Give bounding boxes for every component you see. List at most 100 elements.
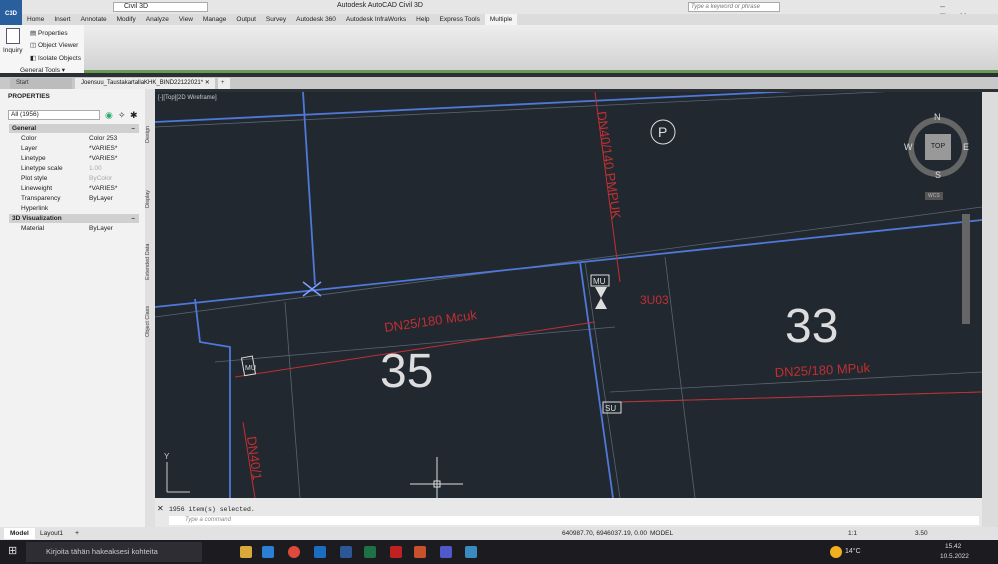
add-layout-button[interactable]: + xyxy=(75,528,79,539)
lot-number-35: 35 xyxy=(380,345,433,398)
property-label: Hyperlink xyxy=(21,205,49,212)
clock-time[interactable]: 15.42 xyxy=(945,543,961,550)
weather-temp[interactable]: 14°C xyxy=(845,548,861,555)
property-label: Lineweight xyxy=(21,185,53,192)
drawing: P 35 33 DN25/180 Mcuk DN25/180 MPuk DN40… xyxy=(155,92,982,498)
pipe-label: 3U03 xyxy=(640,293,669,307)
property-row-transparency[interactable]: Transparency ByLayer xyxy=(9,194,139,204)
compass-west[interactable]: W xyxy=(904,142,913,152)
acrobat-icon[interactable] xyxy=(390,546,402,558)
ucs-y-label: Y xyxy=(164,452,170,461)
inquiry-button[interactable]: Inquiry xyxy=(3,47,23,54)
section-3d-visualization[interactable]: 3D Visualization – xyxy=(9,214,139,223)
isolate-objects-button[interactable]: ◧ Isolate Objects xyxy=(30,54,81,62)
command-input[interactable]: Type a command xyxy=(169,516,979,525)
tab-help[interactable]: Help xyxy=(411,14,434,25)
taskbar-search[interactable]: Kirjoita tähän hakeaksesi kohteita xyxy=(26,542,202,562)
pipe-label: DN40/140 PMPUK xyxy=(594,110,624,220)
inquiry-icon xyxy=(6,28,20,44)
property-value: *VARIES* xyxy=(89,145,118,152)
tab-infraworks[interactable]: Autodesk InfraWorks xyxy=(341,14,411,25)
tab-home[interactable]: Home xyxy=(22,14,49,25)
autocad-icon[interactable] xyxy=(465,546,477,558)
tab-layout1[interactable]: Layout1 xyxy=(40,528,63,539)
application-menu-button[interactable]: C3D xyxy=(0,0,22,26)
selection-dropdown[interactable]: All (1956) xyxy=(8,110,100,120)
help-search-input[interactable]: Type a keyword or phrase xyxy=(688,2,780,12)
tab-view[interactable]: View xyxy=(174,14,198,25)
model-space-button[interactable]: MODEL xyxy=(650,530,673,537)
weather-icon xyxy=(830,546,842,558)
workspace-dropdown[interactable]: Civil 3D xyxy=(113,2,208,12)
ribbon xyxy=(0,25,998,73)
tab-analyze[interactable]: Analyze xyxy=(141,14,174,25)
tab-object-class[interactable]: Object Class xyxy=(145,294,155,349)
viewcube-top[interactable]: TOP xyxy=(925,134,951,160)
right-toolbar[interactable] xyxy=(982,92,998,527)
lineweight-value: 3.50 xyxy=(915,530,928,537)
property-row-layer[interactable]: Layer *VARIES* xyxy=(9,144,139,154)
clock-date[interactable]: 10.5.2022 xyxy=(940,553,969,560)
property-value: 1.00 xyxy=(89,165,102,172)
chrome-icon[interactable] xyxy=(288,546,300,558)
tab-multiple[interactable]: Multiple xyxy=(484,14,518,25)
new-tab-button[interactable]: + xyxy=(218,78,230,89)
toggle-pickadd-icon[interactable]: ◉ xyxy=(105,110,113,121)
select-objects-icon[interactable]: ✧ xyxy=(118,110,126,121)
tab-start[interactable]: Start xyxy=(10,78,72,89)
tab-manage[interactable]: Manage xyxy=(198,14,232,25)
app-logo: C3D xyxy=(4,11,17,17)
tab-output[interactable]: Output xyxy=(231,14,261,25)
excel-icon[interactable] xyxy=(364,546,376,558)
tab-extended-data[interactable]: Extended Data xyxy=(145,234,155,289)
property-row-color[interactable]: Color Color 253 xyxy=(9,134,139,144)
navigation-bar[interactable] xyxy=(962,214,970,324)
property-row-plot-style[interactable]: Plot style ByColor xyxy=(9,174,139,184)
tab-annotate[interactable]: Annotate xyxy=(76,14,112,25)
tab-insert[interactable]: Insert xyxy=(49,14,75,25)
edge-icon[interactable] xyxy=(262,546,274,558)
tab-modify[interactable]: Modify xyxy=(112,14,141,25)
tab-survey[interactable]: Survey xyxy=(261,14,291,25)
powerpoint-icon[interactable] xyxy=(414,546,426,558)
windows-start-icon[interactable]: ⊞ xyxy=(8,546,17,557)
window-title: Autodesk AutoCAD Civil 3D xyxy=(337,2,423,9)
property-value: Color 253 xyxy=(89,135,118,142)
property-row[interactable]: Material ByLayer xyxy=(9,224,139,234)
object-viewer-button[interactable]: ◫ Object Viewer xyxy=(30,41,78,49)
quick-select-icon[interactable]: ✱ xyxy=(130,110,138,121)
compass-south[interactable]: S xyxy=(935,170,941,180)
outlook-icon[interactable] xyxy=(314,546,326,558)
property-row-hyperlink[interactable]: Hyperlink xyxy=(9,204,139,214)
file-explorer-icon[interactable] xyxy=(240,546,252,558)
property-row-linetype-scale[interactable]: Linetype scale 1.00 xyxy=(9,164,139,174)
tab-display[interactable]: Display xyxy=(145,169,155,229)
tab-model[interactable]: Model xyxy=(4,528,35,539)
properties-button[interactable]: ▤ Properties xyxy=(30,29,68,37)
section-general[interactable]: General – xyxy=(9,124,139,133)
manhole-label: SU xyxy=(605,404,616,413)
tab-design[interactable]: Design xyxy=(145,119,155,149)
property-label: Plot style xyxy=(21,175,48,182)
property-label: Transparency xyxy=(21,195,61,202)
tab-express-tools[interactable]: Express Tools xyxy=(435,14,485,25)
manhole-label: MU xyxy=(245,365,256,372)
annotation-scale[interactable]: 1:1 xyxy=(848,530,857,537)
property-row-lineweight[interactable]: Lineweight *VARIES* xyxy=(9,184,139,194)
property-label: Linetype scale xyxy=(21,165,63,172)
tab-active-drawing[interactable]: Joensuu_TaustakartallaKHK_BIND22122021* … xyxy=(75,78,215,89)
word-icon[interactable] xyxy=(340,546,352,558)
coordinate-readout: 640987.70, 6946037.19, 0.00 xyxy=(562,530,647,537)
tab-autodesk-360[interactable]: Autodesk 360 xyxy=(291,14,341,25)
property-row-linetype[interactable]: Linetype *VARIES* xyxy=(9,154,139,164)
panel-title[interactable]: General Tools ▾ xyxy=(20,66,65,74)
wcs-menu[interactable]: WCS xyxy=(925,192,943,200)
file-tabs: Start Joensuu_TaustakartallaKHK_BIND2212… xyxy=(0,77,998,89)
compass-east[interactable]: E xyxy=(963,142,969,152)
property-value: *VARIES* xyxy=(89,185,118,192)
viewport-controls[interactable]: [-][Top][2D Wireframe] xyxy=(158,95,217,101)
drawing-canvas[interactable]: P 35 33 DN25/180 Mcuk DN25/180 MPuk DN40… xyxy=(155,92,982,498)
teams-icon[interactable] xyxy=(440,546,452,558)
compass-north[interactable]: N xyxy=(934,112,941,122)
close-icon[interactable]: ✕ xyxy=(157,504,164,513)
